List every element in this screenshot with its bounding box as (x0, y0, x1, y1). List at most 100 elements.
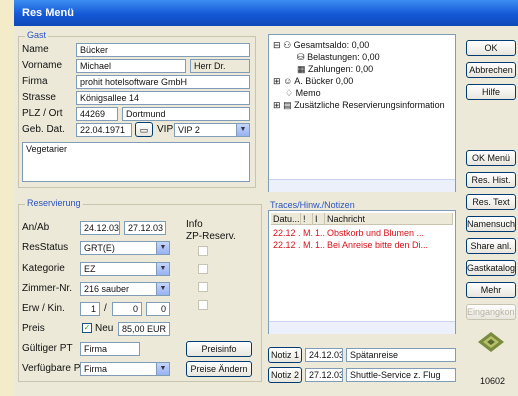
col-header-message[interactable]: Nachricht (325, 213, 453, 225)
traces-label: Traces/Hinw./Notizen (270, 200, 355, 210)
room-select[interactable]: 216 sauber ▼ (80, 282, 170, 296)
extra-field[interactable]: 0 (146, 302, 170, 316)
table-row[interactable]: 22.12 ... M... 1... Obstkorb und Blumen … (269, 228, 455, 240)
help-button[interactable]: Hilfe (466, 84, 516, 100)
chevron-down-icon: ▼ (156, 363, 169, 375)
adults-field[interactable]: 1 (80, 302, 100, 316)
price-new-checkbox[interactable]: ✓ (82, 323, 92, 333)
chevron-down-icon: ▼ (156, 283, 169, 295)
note-1-date[interactable]: 24.12.03 (305, 348, 343, 362)
row-info: 1... (315, 228, 325, 238)
birthdate-field[interactable]: 22.04.1971 (76, 123, 132, 137)
hotel-logo-icon (476, 330, 506, 354)
street-label: Strasse (22, 92, 56, 103)
col-header-flag[interactable]: ! (301, 213, 313, 225)
tree-label: Belastungen: 0,00 (307, 52, 380, 62)
chevron-down-icon: ▼ (156, 263, 169, 275)
tree-node-info[interactable]: ⊞ ▤ Zusätzliche Reservierungsinformation (273, 100, 445, 111)
info-checkbox-2[interactable] (198, 264, 208, 274)
reservation-window: Res Menü Gast Name Bücker Vorname Michae… (14, 0, 518, 396)
table-row[interactable]: 22.12 ... M... 1... Bei Anreise bitte de… (269, 240, 455, 252)
memo-icon: ♢ (285, 88, 294, 98)
zip-field[interactable]: 44269 (76, 107, 118, 121)
payment-label: Verfügbare PT (22, 363, 87, 374)
register-icon: ▦ (297, 64, 306, 74)
street-field[interactable]: Königsallee 14 (76, 91, 250, 105)
arrival-field[interactable]: 24.12.03 (80, 221, 120, 235)
vip-select[interactable]: VIP 2 ▼ (174, 123, 250, 137)
calendar-icon: ▭ (139, 125, 149, 135)
category-value: EZ (84, 264, 96, 274)
status-label: ResStatus (22, 242, 69, 253)
ok-button[interactable]: OK (466, 40, 516, 56)
notes-textarea[interactable]: Vegetarier (22, 142, 250, 182)
valid-field[interactable]: Firma (80, 342, 140, 356)
vip-value: VIP 2 (178, 125, 200, 135)
collapse-icon: ⊟ (273, 40, 281, 50)
row-flag: M... (303, 240, 313, 250)
company-field[interactable]: prohit hotelsoftware GmbH (76, 75, 250, 89)
tree-label: Zusätzliche Reservierungsinformation (294, 100, 445, 110)
res-hist-button[interactable]: Res. Hist. (466, 172, 516, 188)
note-2-date[interactable]: 27.12.03 (305, 368, 343, 382)
tree-node-charges[interactable]: ⛁ Belastungen: 0,00 (297, 52, 380, 63)
guestlog-button[interactable]: Gastkatalog (466, 260, 516, 276)
info-checkbox-3[interactable] (198, 282, 208, 292)
price-field[interactable]: 85,00 EUR (118, 322, 170, 336)
info-checkbox-1[interactable] (198, 246, 208, 256)
cancel-button[interactable]: Abbrechen (466, 62, 516, 78)
status-select[interactable]: GRT(E) ▼ (80, 241, 170, 255)
city-field[interactable]: Dortmund (122, 107, 250, 121)
note-1-text[interactable]: Spätanreise (346, 348, 456, 362)
title-bar: Res Menü (14, 0, 518, 26)
salutation-field[interactable]: Herr Dr. (190, 59, 250, 73)
category-select[interactable]: EZ ▼ (80, 262, 170, 276)
col-header-info[interactable]: I (313, 213, 325, 225)
traces-table[interactable]: Datu... ! I Nachricht 22.12 ... M... 1..… (268, 210, 456, 334)
share-button[interactable]: Share anl. (466, 238, 516, 254)
rates-change-button[interactable]: Preise Ändern (186, 361, 252, 377)
payment-value: Firma (84, 364, 107, 374)
payment-select[interactable]: Firma ▼ (80, 362, 170, 376)
info-label: Info (186, 219, 203, 230)
company-label: Firma (22, 76, 48, 87)
tree-node-guest[interactable]: ⊞ ☺ A. Bücker 0,00 (273, 76, 353, 87)
expand-icon: ⊞ (273, 100, 281, 110)
table-horizontal-scrollbar[interactable] (269, 321, 455, 334)
person-icon: ☺ (283, 76, 293, 86)
departure-field[interactable]: 27.12.03 (124, 221, 166, 235)
note-1-button[interactable]: Notiz 1 (268, 347, 302, 363)
tree-node-total[interactable]: ⊟ ⚇ Gesamtsaldo: 0,00 (273, 40, 369, 51)
coins-icon: ⛁ (297, 52, 305, 62)
row-info: 1... (315, 240, 325, 250)
names-button[interactable]: Namensuche (466, 216, 516, 232)
info-checkbox-4[interactable] (198, 300, 208, 310)
persons-separator: / (104, 303, 107, 314)
people-icon: ⚇ (283, 40, 292, 50)
ok-menu-button[interactable]: OK Menü (466, 150, 516, 166)
col-header-date[interactable]: Datu... (271, 213, 301, 225)
price-new-label: Neu (95, 323, 114, 334)
firstname-field[interactable]: Michael (76, 59, 186, 73)
note-2-text[interactable]: Shuttle-Service z. Flug (346, 368, 456, 382)
rooms-label: ZP-Reserv. (186, 231, 236, 242)
more-button[interactable]: Mehr (466, 282, 516, 298)
note-2-button[interactable]: Notiz 2 (268, 367, 302, 383)
row-date: 22.12 ... (273, 240, 301, 250)
tree-node-memo[interactable]: ♢ Memo (285, 88, 321, 99)
room-value: 216 sauber (84, 284, 130, 294)
calendar-button[interactable]: ▭ (135, 122, 153, 137)
expand-icon: ⊞ (273, 76, 281, 86)
row-message: Obstkorb und Blumen ... (327, 228, 425, 238)
children-field[interactable]: 0 (112, 302, 142, 316)
vip-label: VIP (157, 124, 174, 135)
window-title: Res Menü (22, 7, 74, 19)
tree-node-payments[interactable]: ▦ Zahlungen: 0,00 (297, 64, 373, 75)
disabled-button[interactable]: Eingangkon... (466, 304, 516, 320)
reservation-group-label: Reservierung (25, 198, 83, 208)
res-text-button[interactable]: Res. Text (466, 194, 516, 210)
rates-button[interactable]: Preisinfo (186, 341, 252, 357)
tree-horizontal-scrollbar[interactable] (269, 179, 455, 192)
account-tree[interactable]: ⊟ ⚇ Gesamtsaldo: 0,00 ⛁ Belastungen: 0,0… (268, 34, 456, 192)
name-field[interactable]: Bücker (76, 43, 250, 57)
